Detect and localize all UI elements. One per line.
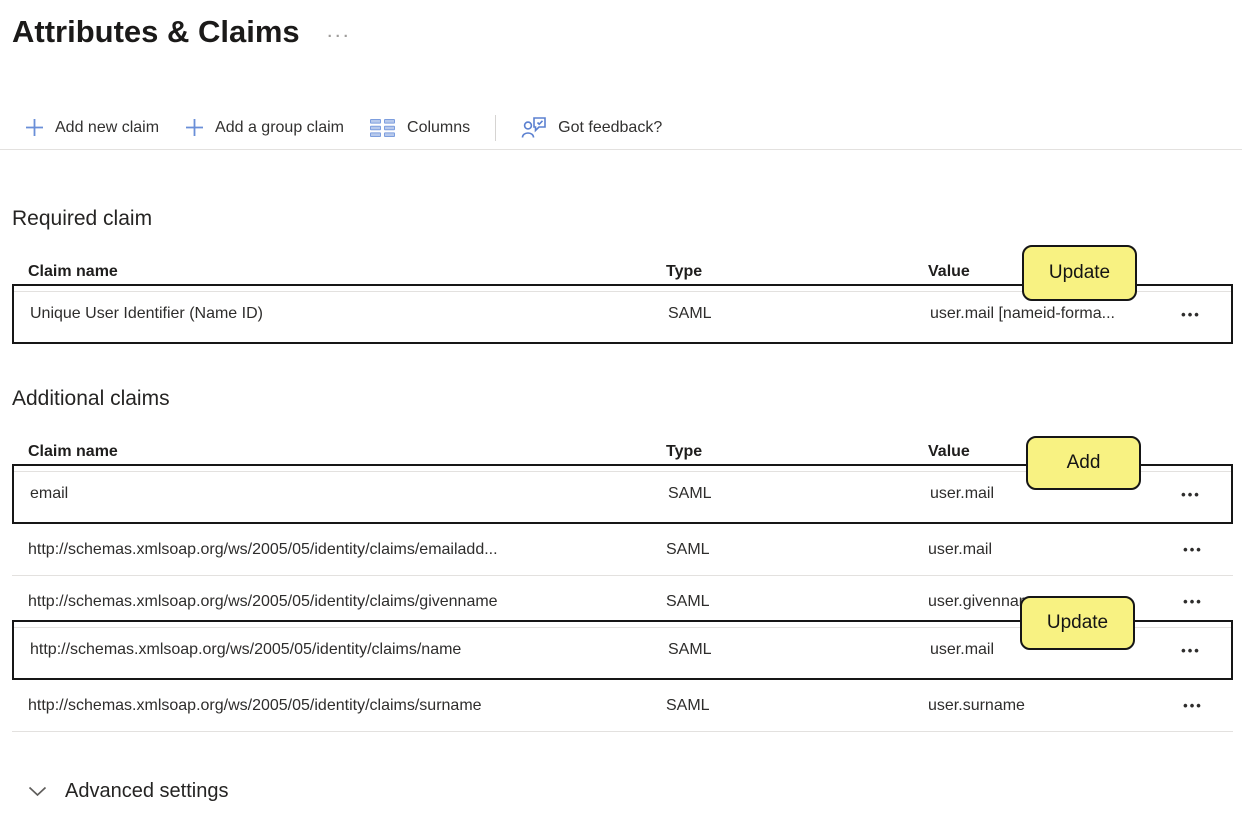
advanced-settings-toggle[interactable]: Advanced settings — [28, 780, 1242, 803]
row-menu-ellipsis-icon[interactable]: ••• — [1171, 542, 1215, 557]
add-group-claim-label: Add a group claim — [215, 118, 345, 136]
annotation-badge-update-name-claim: Update — [1020, 596, 1135, 650]
claim-row-emailaddress[interactable]: http://schemas.xmlsoap.org/ws/2005/05/id… — [12, 524, 1233, 576]
toolbar-divider — [495, 114, 497, 141]
row-menu-ellipsis-icon[interactable]: ••• — [1169, 487, 1213, 502]
add-new-claim-button[interactable]: Add new claim — [12, 118, 172, 137]
title-more-options-icon[interactable]: ··· — [328, 28, 352, 45]
column-header-claim-name: Claim name — [28, 442, 118, 460]
attributes-claims-page: Attributes & Claims ··· Add new claim Ad… — [0, 0, 1242, 816]
command-bar: Add new claim Add a group claim Columns — [0, 106, 1242, 150]
add-new-claim-label: Add new claim — [55, 118, 160, 136]
plus-icon — [185, 118, 204, 137]
row-menu-ellipsis-icon[interactable]: ••• — [1171, 594, 1215, 609]
column-header-claim-name: Claim name — [28, 262, 118, 280]
claim-value-cell: user.surname — [928, 696, 1025, 714]
column-header-type: Type — [666, 262, 703, 280]
additional-claims-heading: Additional claims — [12, 387, 170, 410]
plus-icon — [25, 118, 44, 137]
claim-name-cell: email — [30, 485, 69, 502]
add-group-claim-button[interactable]: Add a group claim — [172, 118, 357, 137]
claim-type-cell: SAML — [668, 305, 712, 322]
advanced-settings-label: Advanced settings — [65, 780, 229, 802]
required-claim-heading: Required claim — [12, 207, 153, 230]
page-header: Attributes & Claims ··· — [0, 0, 1242, 54]
row-menu-ellipsis-icon[interactable]: ••• — [1169, 643, 1213, 658]
columns-button[interactable]: Columns — [357, 118, 483, 138]
claim-value-cell: user.mail [nameid-forma... — [930, 305, 1115, 322]
claim-type-cell: SAML — [666, 540, 710, 558]
column-header-type: Type — [666, 442, 703, 460]
claim-value-cell: user.mail — [928, 540, 993, 558]
claim-name-cell: http://schemas.xmlsoap.org/ws/2005/05/id… — [28, 696, 482, 714]
claim-name-cell: http://schemas.xmlsoap.org/ws/2005/05/id… — [28, 540, 498, 558]
page-title: Attributes & Claims — [12, 14, 300, 49]
claim-name-cell: http://schemas.xmlsoap.org/ws/2005/05/id… — [30, 641, 462, 658]
claim-type-cell: SAML — [666, 592, 710, 610]
annotation-badge-update-required-claim: Update — [1022, 245, 1137, 301]
claim-type-cell: SAML — [668, 641, 712, 658]
row-menu-ellipsis-icon[interactable]: ••• — [1169, 307, 1213, 322]
row-menu-ellipsis-icon[interactable]: ••• — [1171, 698, 1215, 713]
claim-row-surname[interactable]: http://schemas.xmlsoap.org/ws/2005/05/id… — [12, 680, 1233, 732]
got-feedback-label: Got feedback? — [558, 118, 663, 136]
claim-name-cell: Unique User Identifier (Name ID) — [30, 305, 263, 322]
columns-icon — [370, 118, 396, 138]
claim-type-cell: SAML — [666, 696, 710, 714]
annotation-badge-add-email-claim: Add — [1026, 436, 1141, 490]
chevron-down-icon — [28, 786, 47, 797]
feedback-icon — [521, 116, 547, 139]
got-feedback-button[interactable]: Got feedback? — [508, 116, 675, 139]
claim-name-cell: http://schemas.xmlsoap.org/ws/2005/05/id… — [28, 592, 498, 610]
columns-label: Columns — [407, 118, 471, 136]
claim-type-cell: SAML — [668, 485, 712, 502]
